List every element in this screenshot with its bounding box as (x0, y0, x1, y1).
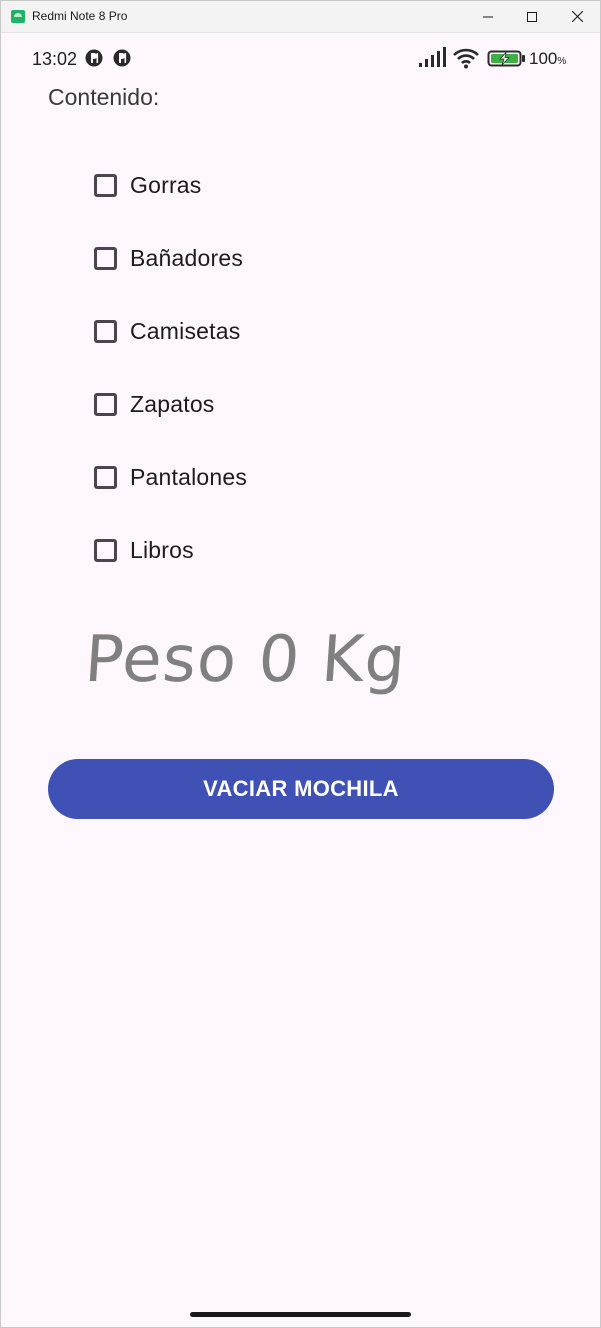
checkbox-banadores[interactable]: Bañadores (94, 243, 394, 273)
battery-icon (487, 50, 525, 67)
checkbox-label: Bañadores (130, 244, 244, 271)
maximize-button[interactable] (509, 1, 555, 32)
checkbox-square[interactable] (94, 319, 117, 343)
close-icon (571, 11, 583, 22)
checkbox-label: Camisetas (130, 317, 241, 344)
checkbox-square[interactable] (94, 538, 117, 562)
checkbox-square[interactable] (94, 246, 117, 270)
wifi-icon (453, 48, 479, 69)
minimize-icon (483, 16, 493, 17)
maximize-icon (527, 11, 537, 22)
window-titlebar: Redmi Note 8 Pro (1, 1, 600, 33)
checkbox-libros[interactable]: Libros (94, 535, 394, 565)
status-time: 13:02 (32, 49, 78, 69)
checkbox-label: Libros (130, 536, 194, 563)
checkbox-square[interactable] (94, 465, 117, 489)
notification-icon (85, 49, 103, 67)
android-app-icon (11, 10, 25, 23)
signal-icon (419, 47, 446, 67)
checkbox-label: Pantalones (130, 463, 248, 490)
checkbox-square[interactable] (94, 392, 117, 416)
notification-icon (113, 49, 131, 67)
checkbox-gorras[interactable]: Gorras (94, 170, 394, 200)
emulator-window: Redmi Note 8 Pro 13:02 100% Contenido: G… (0, 0, 601, 1328)
window-title: Redmi Note 8 Pro (32, 9, 128, 23)
navigation-gesture-bar[interactable] (190, 1312, 411, 1317)
empty-backpack-button[interactable]: VACIAR MOCHILA (48, 759, 554, 819)
checkbox-zapatos[interactable]: Zapatos (94, 389, 394, 419)
minimize-button[interactable] (465, 1, 511, 32)
checkbox-pantalones[interactable]: Pantalones (94, 462, 394, 492)
battery-percentage: 100% (529, 49, 567, 68)
checkbox-square[interactable] (94, 173, 117, 197)
close-button[interactable] (554, 1, 600, 32)
phone-status-bar: 13:02 100% (1, 32, 600, 80)
checkbox-label: Zapatos (130, 390, 215, 417)
checkbox-camisetas[interactable]: Camisetas (94, 316, 394, 346)
weight-display: Peso 0 Kg (82, 623, 409, 697)
checkbox-label: Gorras (130, 171, 202, 198)
content-heading: Contenido: (48, 84, 160, 110)
